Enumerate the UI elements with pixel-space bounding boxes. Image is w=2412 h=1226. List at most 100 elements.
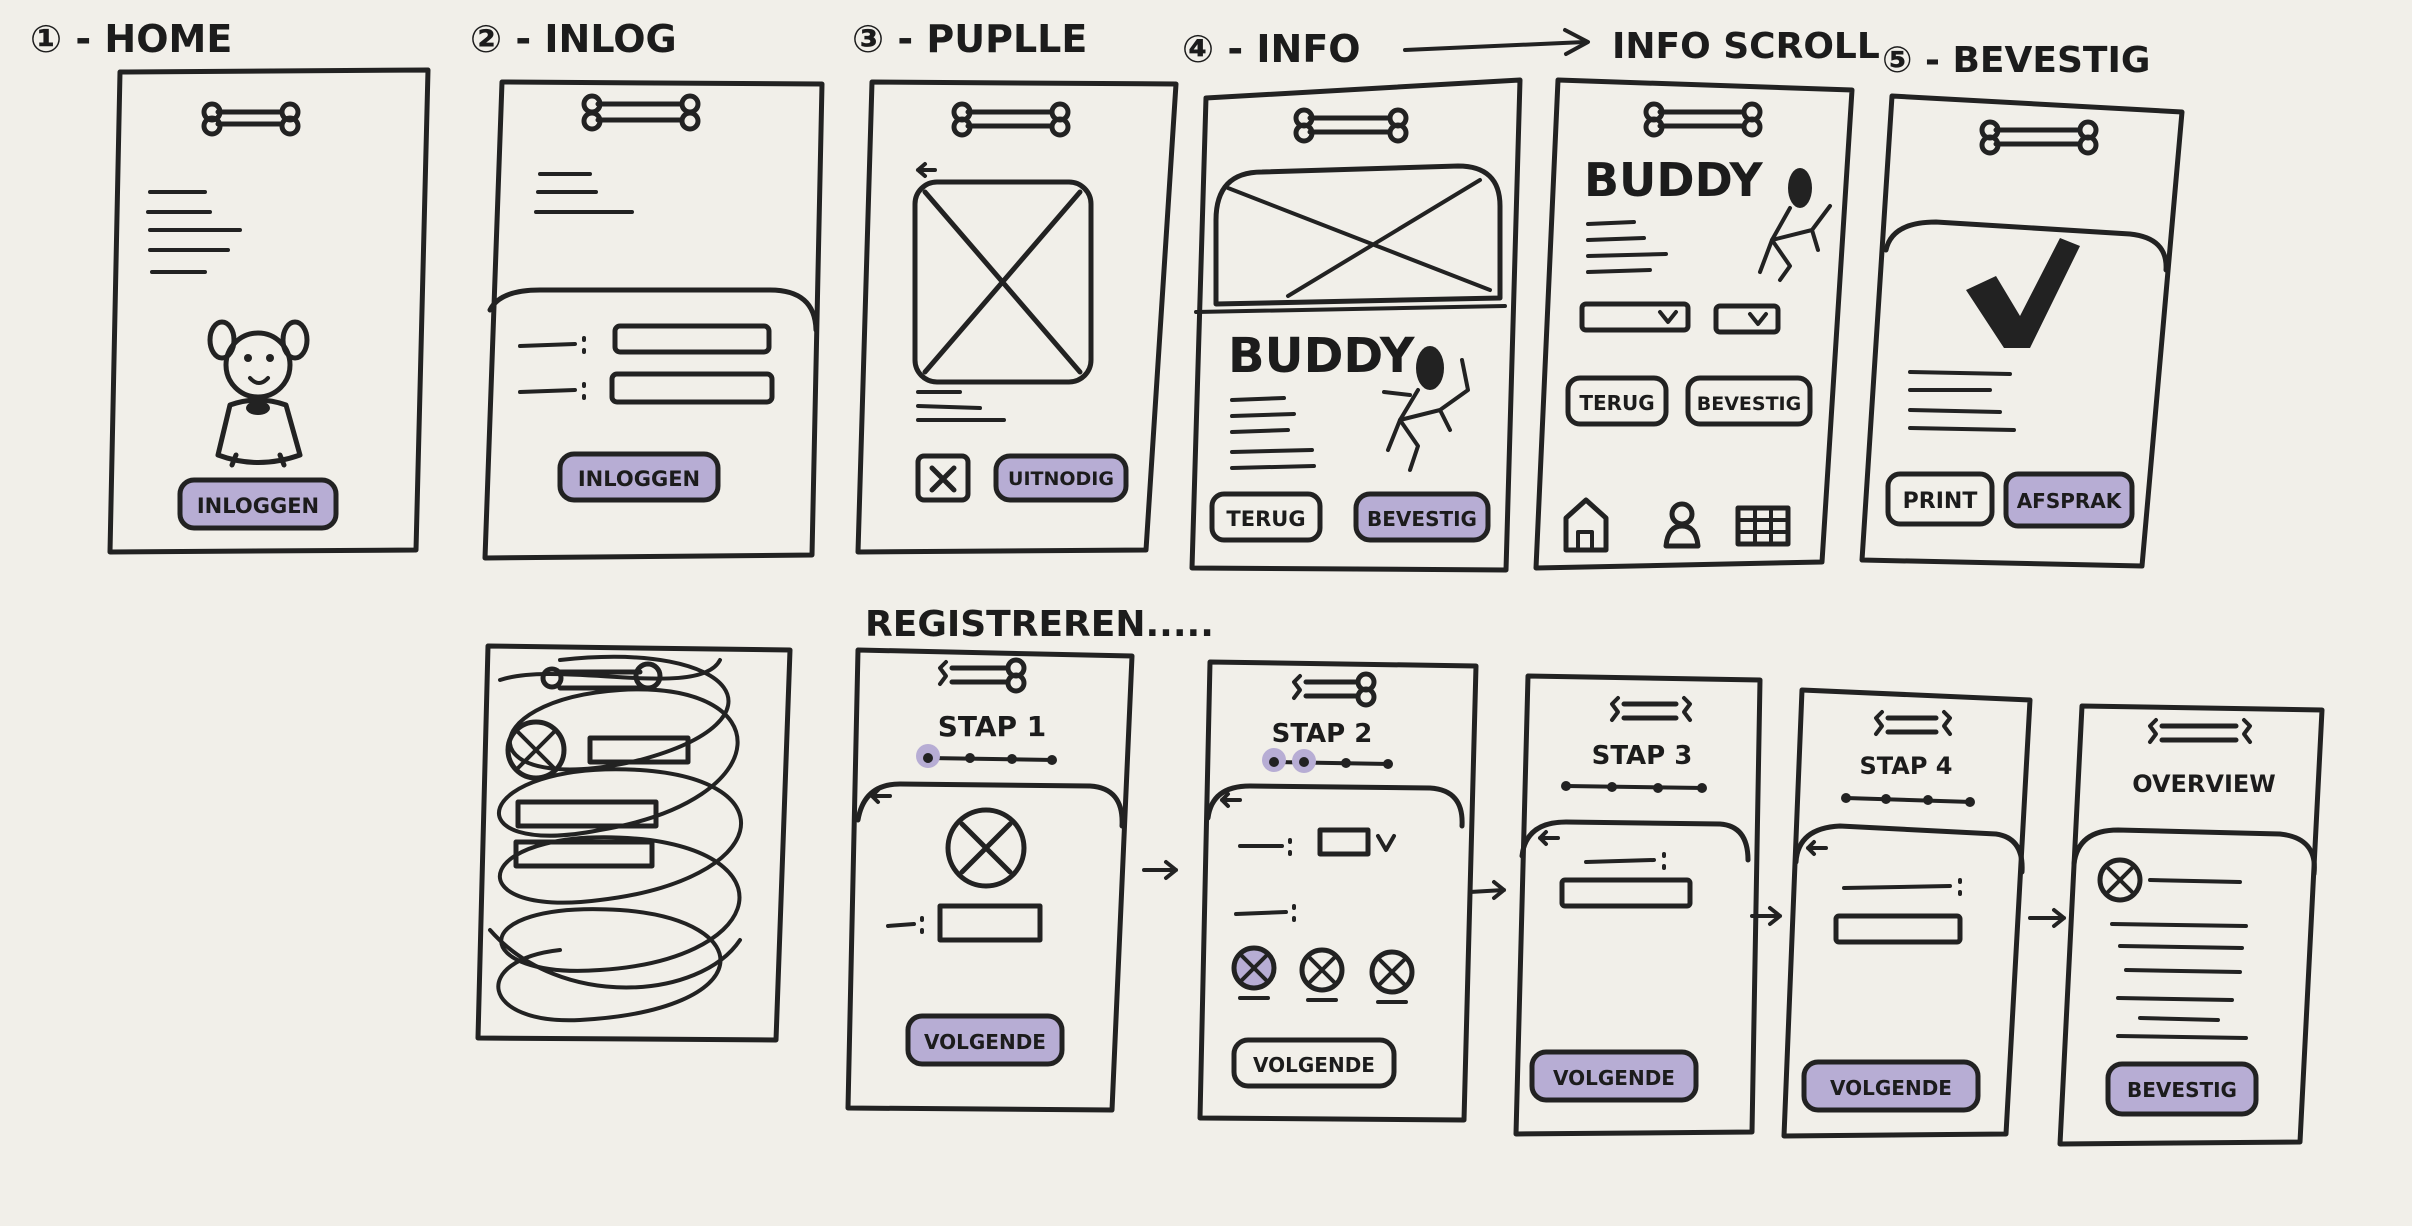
back-arrow-icon[interactable] <box>1538 830 1560 846</box>
field-label <box>1234 904 1296 922</box>
volgende-label: VOLGENDE <box>924 1030 1046 1054</box>
option-icon[interactable] <box>1369 949 1415 1004</box>
dog-name: BUDDY <box>1228 328 1416 384</box>
chevron-down-icon <box>1748 312 1768 326</box>
field-label <box>518 336 586 354</box>
text-lines <box>916 390 1006 422</box>
checkmark-icon <box>1966 238 2080 348</box>
bone-logo-icon <box>1610 696 1692 722</box>
chevron-down-icon <box>1658 310 1678 324</box>
dog-name: BUDDY <box>1584 153 1763 207</box>
name-field[interactable] <box>937 903 1043 943</box>
overview-title: OVERVIEW <box>2132 770 2276 798</box>
step-label: STAP 1 <box>938 710 1047 743</box>
volgende-label: VOLGENDE <box>1830 1076 1952 1100</box>
bone-logo-icon <box>1874 710 1952 736</box>
field-label <box>1584 852 1666 870</box>
dog-mascot-icon <box>207 319 310 468</box>
text-lines <box>1908 370 2016 432</box>
text-field[interactable] <box>1833 913 1963 945</box>
calendar-icon[interactable] <box>1735 505 1791 547</box>
option-icon[interactable] <box>1231 945 1277 1000</box>
card-top <box>1883 219 2169 273</box>
sketch-canvas: ① - HOME ② - INLOG ③ - PUPLLE ④ - INFO I… <box>30 17 2325 1147</box>
screen-info-scroll: BUDDY TERUG BEVESTIG <box>1533 77 1855 571</box>
screen-overview: OVERVIEW BEVESTIG <box>2057 703 2325 1147</box>
card-top <box>1205 783 1465 829</box>
print-label: PRINT <box>1903 489 1978 514</box>
image-placeholder <box>1213 163 1503 307</box>
home-inloggen-label: INLOGGEN <box>197 494 319 518</box>
field-label <box>1238 838 1292 856</box>
arrow-right-icon <box>1142 860 1178 880</box>
bone-logo-icon <box>2148 718 2252 744</box>
afspraak-label: AFSPRAK <box>2017 489 2123 513</box>
option-icon[interactable] <box>1299 947 1345 1002</box>
password-field[interactable] <box>609 371 775 405</box>
text-lines <box>2110 878 2248 1040</box>
scroll-bevestig-label: BEVESTIG <box>1697 393 1801 415</box>
heading-home: ① - HOME <box>30 17 232 61</box>
bone-logo-icon <box>1293 107 1409 144</box>
heading-info: ④ - INFO <box>1182 27 1361 71</box>
text-lines <box>534 172 634 214</box>
profile-icon[interactable] <box>1663 501 1701 549</box>
back-arrow-icon[interactable] <box>1220 792 1242 808</box>
step-label: STAP 4 <box>1859 752 1952 780</box>
progress-indicator <box>1561 781 1707 793</box>
field-label <box>1842 878 1962 896</box>
card-top <box>1793 823 2025 875</box>
info-terug-label: TERUG <box>1226 507 1305 531</box>
screen-inlog: INLOGGEN <box>482 79 825 561</box>
step-label: STAP 2 <box>1272 719 1373 749</box>
text-field[interactable] <box>1559 877 1693 909</box>
uitnodig-label: UITNODIG <box>1008 468 1114 490</box>
back-arrow-icon[interactable] <box>1806 840 1828 856</box>
bone-logo-icon <box>581 93 701 132</box>
screen-stap-3: STAP 3 VOLGENDE <box>1513 673 1763 1137</box>
screen-discarded <box>475 643 793 1043</box>
screen-home: INLOGGEN <box>107 67 431 555</box>
bone-logo-icon <box>201 101 301 137</box>
back-arrow-icon[interactable] <box>916 162 937 178</box>
overview-bevestig-label: BEVESTIG <box>2127 1078 2237 1102</box>
text-lines <box>146 190 242 274</box>
select-field[interactable] <box>1317 827 1371 857</box>
heading-info-scroll: INFO SCROLL <box>1612 26 1880 67</box>
screen-pupile: UITNODIG <box>855 79 1179 555</box>
volgende-label: VOLGENDE <box>1553 1066 1675 1090</box>
arrow-right-icon <box>1468 880 1506 900</box>
screen-bevestig: PRINT AFSPRAK <box>1859 93 2185 569</box>
screen-stap-4: STAP 4 VOLGENDE <box>1781 687 2033 1139</box>
chevron-down-icon <box>1376 834 1396 852</box>
card-top <box>855 781 1125 829</box>
back-arrow-icon[interactable] <box>870 788 892 804</box>
select-field[interactable] <box>1713 303 1781 335</box>
progress-indicator <box>1262 748 1393 773</box>
wireframe-board: ① - HOME ② - INLOG ③ - PUPLLE ④ - INFO I… <box>0 0 2412 1226</box>
screen-stap-1: STAP 1 VOLGENDE <box>845 647 1135 1113</box>
heading-inlog: ② - INLOG <box>470 17 677 61</box>
arrow-right-icon <box>2028 908 2066 928</box>
bone-logo-icon <box>1643 101 1763 138</box>
home-icon[interactable] <box>1563 497 1609 553</box>
info-bevestig-label: BEVESTIG <box>1367 507 1477 531</box>
card-top <box>1519 819 1751 863</box>
bone-logo-icon <box>938 657 1027 694</box>
heading-registreren: REGISTREREN..... <box>865 604 1214 645</box>
bone-logo-icon <box>1292 671 1377 708</box>
heading-pupile: ③ - PUPLLE <box>852 17 1087 61</box>
text-lines <box>1230 396 1316 470</box>
text-lines <box>1586 220 1668 274</box>
screen-stap-2: STAP 2 VOLGENDE <box>1197 659 1479 1123</box>
field-label <box>886 916 924 934</box>
inlog-inloggen-label: INLOGGEN <box>578 467 700 491</box>
progress-indicator <box>916 744 1057 768</box>
dog-illustration-icon <box>1758 168 1832 282</box>
scroll-terug-label: TERUG <box>1579 391 1654 415</box>
field-label <box>518 382 586 400</box>
step-label: STAP 3 <box>1592 741 1693 771</box>
username-field[interactable] <box>612 323 772 355</box>
bone-logo-icon <box>1979 119 2099 156</box>
progress-indicator <box>1841 793 1975 807</box>
